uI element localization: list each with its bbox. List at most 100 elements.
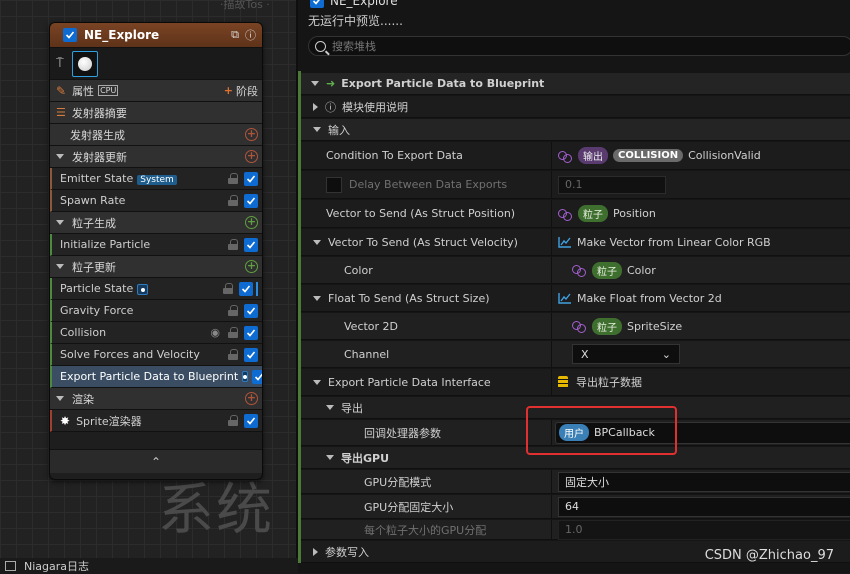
lock-icon[interactable] (228, 305, 238, 316)
lock-icon[interactable] (228, 239, 238, 250)
vector2d-row[interactable]: Vector 2D 粒子 SpriteSize (301, 313, 850, 340)
module-enable-checkbox[interactable] (244, 237, 258, 252)
module-enable-checkbox[interactable] (252, 369, 262, 384)
chevron-down-icon: ⌄ (661, 347, 671, 361)
collapse-arrow-icon[interactable] (56, 220, 64, 225)
gpu-per-particle-input[interactable]: 1.0 (558, 519, 850, 540)
module-gravity-force[interactable]: Gravity Force (50, 300, 262, 322)
enable-checkbox[interactable] (63, 28, 77, 42)
expand-arrow-icon[interactable] (313, 102, 318, 111)
gpu-per-particle-row[interactable]: 每个粒子大小的GPU分配 1.0 (301, 519, 850, 540)
emitter-node[interactable]: NE_Explore ⧉ ⓘ ⍑ ✎ 属性 CPU + 阶段 ☰ 发射器摘要 发… (49, 22, 263, 480)
color-row[interactable]: Color 粒子 Color (301, 257, 850, 284)
module-sprite-renderer[interactable]: ✸ Sprite渲染器 (50, 410, 262, 432)
override-checkbox[interactable] (326, 176, 342, 193)
list-icon: ☰ (56, 106, 66, 119)
collapse-arrow-icon[interactable] (311, 81, 319, 86)
lock-icon[interactable] (228, 195, 238, 206)
delay-input[interactable]: 0.1 (558, 175, 666, 194)
render-row[interactable]: 渲染 + (50, 388, 262, 410)
particle-thumbnail[interactable] (72, 50, 98, 77)
particle-spawn-row[interactable]: 粒子生成 + (50, 212, 262, 234)
module-enable-checkbox[interactable] (244, 171, 258, 186)
add-stage-icon[interactable]: + (224, 84, 233, 97)
node-title: NE_Explore (84, 28, 160, 42)
delay-row[interactable]: Delay Between Data Exports 0.1 (301, 171, 850, 199)
add-module-icon[interactable]: + (245, 216, 258, 229)
particle-update-row[interactable]: 粒子更新 + (50, 256, 262, 278)
gpu-fixed-input[interactable]: 64 (558, 496, 850, 517)
vector-velocity-row[interactable]: Vector To Send (As Struct Velocity) Make… (301, 229, 850, 256)
collapse-arrow-icon[interactable] (326, 405, 334, 410)
channel-select[interactable]: X ⌄ (572, 344, 680, 364)
module-initialize-particle[interactable]: Initialize Particle (50, 234, 262, 256)
panel-emitter-name[interactable]: NE_Explore (310, 0, 398, 8)
inputs-section[interactable]: 输入 (301, 119, 850, 141)
namespace-pill: 输出 (578, 147, 608, 164)
lock-icon[interactable] (228, 327, 238, 338)
properties-row[interactable]: ✎ 属性 CPU + 阶段 (50, 80, 262, 102)
add-module-icon[interactable]: + (245, 150, 258, 163)
collapse-arrow-icon[interactable] (56, 396, 64, 401)
gpu-mode-row[interactable]: GPU分配模式 固定大小 (301, 470, 850, 494)
vector-position-row[interactable]: Vector to Send (As Struct Position) 粒子 Po… (301, 200, 850, 228)
collapse-arrow-icon[interactable] (326, 455, 334, 460)
preview-status: 无运行中预览...... (308, 14, 403, 28)
highlight-annotation (526, 406, 677, 455)
open-external-icon[interactable]: ⧉ (231, 28, 239, 42)
collapse-arrow-icon[interactable] (313, 239, 321, 245)
eye-icon[interactable]: ◉ (210, 326, 220, 339)
interface-row[interactable]: Export Particle Data Interface 导出粒子数据 (301, 369, 850, 396)
module-usage-row[interactable]: ⓘ 模块使用说明 (301, 96, 850, 118)
info-icon[interactable]: ⓘ (245, 27, 256, 43)
module-solve-forces[interactable]: Solve Forces and Velocity (50, 344, 262, 366)
expand-arrow-icon[interactable] (313, 547, 318, 556)
gpu-fixed-row[interactable]: GPU分配固定大小 64 (301, 495, 850, 519)
collapse-arrow-icon[interactable] (313, 295, 321, 301)
emitter-update-row[interactable]: 发射器更新 + (50, 146, 262, 168)
graph-canvas[interactable]: ·描故Tos · 系统 NE_Explore ⧉ ⓘ ⍑ ✎ 属性 CPU + … (0, 0, 298, 558)
collapse-arrow-icon[interactable] (313, 379, 321, 385)
module-enable-checkbox[interactable] (244, 193, 258, 208)
lock-icon[interactable] (228, 173, 238, 184)
channel-row[interactable]: Channel X ⌄ (301, 341, 850, 368)
log-icon[interactable] (5, 560, 16, 571)
module-collision[interactable]: Collision ◉ (50, 322, 262, 344)
gpu-mode-select[interactable]: 固定大小 (558, 471, 850, 492)
add-module-icon[interactable]: + (245, 260, 258, 273)
module-enable-checkbox[interactable] (244, 325, 258, 340)
search-input[interactable] (332, 39, 632, 53)
float-size-row[interactable]: Float To Send (As Struct Size) Make Floa… (301, 285, 850, 312)
module-header[interactable]: ➜ Export Particle Data to Blueprint (301, 73, 850, 95)
emitter-enable-checkbox[interactable] (310, 0, 324, 8)
lock-icon[interactable] (228, 415, 238, 426)
module-emitter-state[interactable]: Emitter State System (50, 168, 262, 190)
lock-icon[interactable] (223, 283, 233, 294)
module-export-particle-data[interactable]: Export Particle Data to Blueprint (50, 366, 262, 388)
module-enable-checkbox[interactable] (239, 281, 253, 296)
add-stage-label[interactable]: 阶段 (236, 83, 258, 99)
collapse-arrow-icon[interactable] (56, 264, 64, 269)
property-stack: ➜ Export Particle Data to Blueprint ⓘ 模块使用… (298, 71, 850, 563)
lock-icon[interactable] (228, 349, 238, 360)
selection-panel: NE_Explore 无运行中预览...... ➜Export Particle… (298, 0, 850, 573)
node-header[interactable]: NE_Explore ⧉ ⓘ (50, 23, 262, 48)
cpu-badge: CPU (98, 85, 119, 96)
emitter-summary-row[interactable]: ☰ 发射器摘要 (50, 102, 262, 124)
info-icon: ⓘ (325, 100, 336, 114)
module-enable-checkbox[interactable] (244, 413, 258, 428)
collapse-node-button[interactable]: ⌃ (50, 449, 262, 473)
niagara-log-tab[interactable]: Niagara日志 (24, 558, 89, 574)
module-enable-checkbox[interactable] (244, 303, 258, 318)
emitter-spawn-row[interactable]: 发射器生成 + (50, 124, 262, 146)
collapse-arrow-icon[interactable] (313, 127, 321, 132)
module-enable-checkbox[interactable] (244, 347, 258, 362)
stack-search[interactable] (308, 36, 850, 56)
add-renderer-icon[interactable]: + (245, 392, 258, 405)
collapse-arrow-icon[interactable] (56, 154, 64, 159)
module-spawn-rate[interactable]: Spawn Rate (50, 190, 262, 212)
person-icon[interactable]: ⍑ (56, 56, 68, 72)
add-module-icon[interactable]: + (245, 128, 258, 141)
condition-row[interactable]: Condition To Export Data 输出 COLLISION Coll… (301, 142, 850, 170)
module-particle-state[interactable]: Particle State (50, 278, 262, 300)
